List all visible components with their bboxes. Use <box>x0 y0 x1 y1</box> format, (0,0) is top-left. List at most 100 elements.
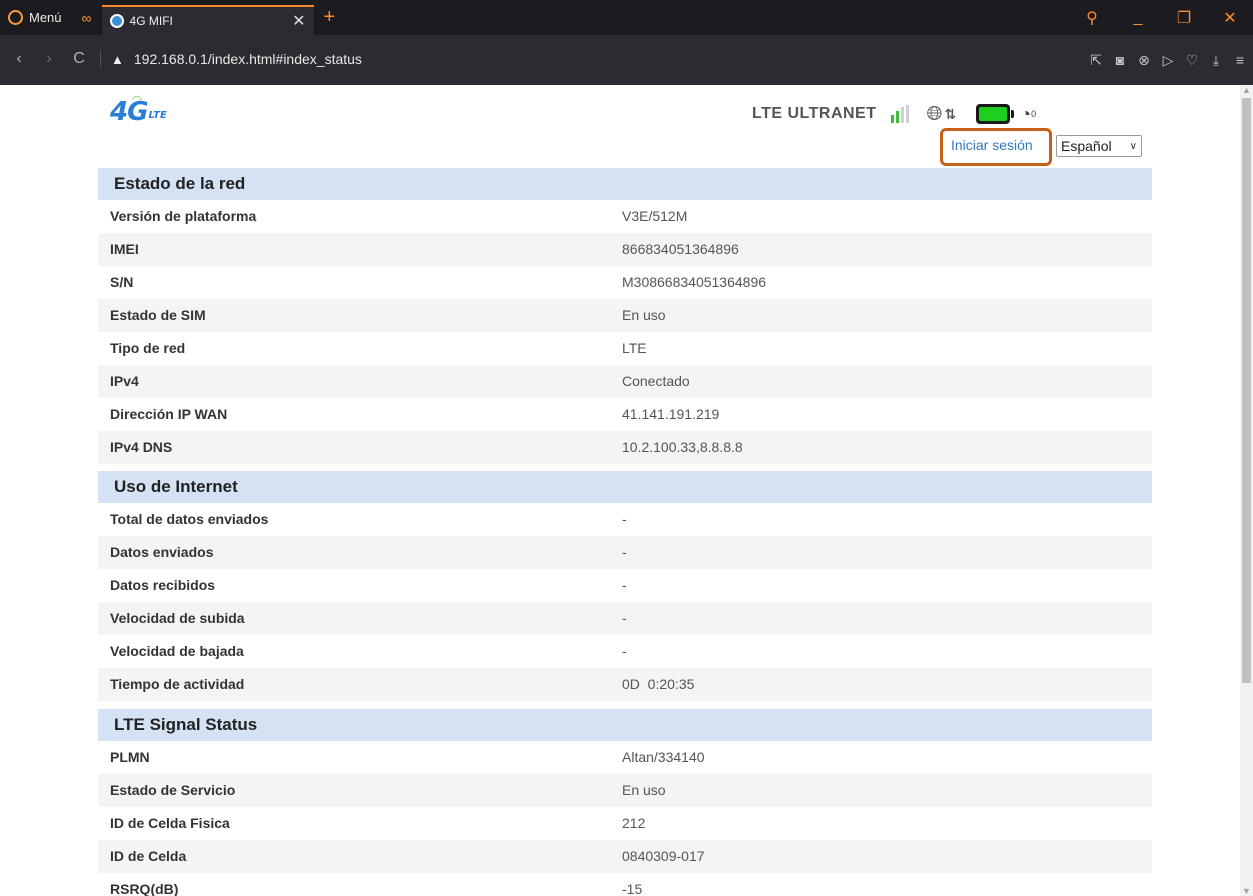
row-value: 212 <box>622 815 646 831</box>
row-label: IPv4 DNS <box>110 439 173 455</box>
row-label: PLMN <box>110 749 150 765</box>
tab-favicon-icon <box>109 14 124 28</box>
table-row: Datos recibidos - <box>98 569 1152 602</box>
search-tabs-icon[interactable]: ⚲ <box>1069 8 1115 28</box>
row-label: RSRQ(dB) <box>110 881 179 896</box>
row-label: Velocidad de bajada <box>110 643 244 659</box>
logo-4g-text: 4G <box>110 97 148 127</box>
back-icon[interactable]: ‹ <box>8 50 30 68</box>
address-separator <box>100 51 101 67</box>
row-label: Estado de SIM <box>110 307 206 323</box>
table-row: S/N M30866834051364896 <box>98 266 1152 299</box>
row-value: M30866834051364896 <box>622 274 767 290</box>
forward-icon[interactable]: › <box>38 50 60 68</box>
row-value: - <box>622 577 627 593</box>
chevron-down-icon: ∨ <box>1129 140 1137 152</box>
tab-close-icon[interactable]: ✕ <box>292 11 305 31</box>
row-label: Datos enviados <box>110 544 214 560</box>
row-value: Altan/334140 <box>622 749 705 765</box>
minimize-button[interactable]: _ <box>1115 9 1161 27</box>
device-status-area: LTE ULTRANET 🌐︎ ⇅ ◔0 <box>752 99 1036 129</box>
table-row: Tipo de red LTE <box>98 332 1152 365</box>
table-row: ID de Celda Fisica 212 <box>98 807 1152 840</box>
table-row: Velocidad de subida - <box>98 602 1152 635</box>
row-label: Velocidad de subida <box>110 610 245 626</box>
section-title-lte-signal: LTE Signal Status <box>98 709 1152 741</box>
opera-logo-icon <box>8 10 23 25</box>
send-icon[interactable]: ▷ <box>1157 52 1179 69</box>
table-row: Versión de plataforma V3E/512M <box>98 200 1152 233</box>
url-field[interactable]: 192.168.0.1/index.html#index_status <box>134 51 362 67</box>
table-row: Total de datos enviados - <box>98 503 1152 536</box>
row-value: - <box>622 610 627 626</box>
restore-button[interactable]: ❐ <box>1161 8 1207 28</box>
table-row: IPv4 Conectado <box>98 365 1152 398</box>
wifi-icon: ◔0 <box>1020 104 1037 124</box>
data-transfer-icon: ⇅ <box>944 105 957 122</box>
language-select[interactable]: Español ∨ <box>1056 135 1142 157</box>
lte-logo: 4G LTE ◠ <box>110 94 167 127</box>
battery-icon <box>976 104 1015 124</box>
page-scrollbar[interactable]: ▲ ▼ <box>1240 85 1253 896</box>
row-label: IPv4 <box>110 373 139 389</box>
row-value: LTE <box>622 340 647 356</box>
tab-title: 4G MIFI <box>129 14 173 28</box>
row-value: En uso <box>622 782 666 798</box>
globe-icon: 🌐︎ <box>926 102 943 125</box>
download-icon[interactable]: ⤓ <box>1205 52 1227 69</box>
wifi-clients-count: 0 <box>1031 109 1037 119</box>
row-value: En uso <box>622 307 666 323</box>
row-label: Total de datos enviados <box>110 511 269 527</box>
row-label: Dirección IP WAN <box>110 406 228 422</box>
operator-name: LTE ULTRANET <box>752 105 877 122</box>
close-window-button[interactable]: ✕ <box>1207 8 1253 28</box>
scroll-down-arrow-icon[interactable]: ▼ <box>1240 886 1253 896</box>
scroll-up-arrow-icon[interactable]: ▲ <box>1240 85 1253 95</box>
browser-tab-bar: Menú ∞ 4G MIFI ✕ + ⚲ _ ❐ ✕ <box>0 0 1253 35</box>
section-title-internet-usage: Uso de Internet <box>98 471 1152 503</box>
row-label: Tiempo de actividad <box>110 676 245 692</box>
not-secure-warning-icon[interactable]: ▲ <box>111 52 124 67</box>
table-row: Tiempo de actividad 0D 0:20:35 <box>98 668 1152 701</box>
row-label: ID de Celda <box>110 848 187 864</box>
row-value: 41.141.191.219 <box>622 406 720 422</box>
row-value: 10.2.100.33,8.8.8.8 <box>622 439 743 455</box>
browser-address-bar: ‹ › C ▲ 192.168.0.1/index.html#index_sta… <box>0 35 1253 85</box>
row-label: S/N <box>110 274 134 290</box>
section-title-network-status: Estado de la red <box>98 168 1152 200</box>
row-value: 866834051364896 <box>622 241 739 257</box>
language-selected-value: Español <box>1061 138 1112 154</box>
table-row: IMEI 866834051364896 <box>98 233 1152 266</box>
table-row: Datos enviados - <box>98 536 1152 569</box>
row-label: Tipo de red <box>110 340 186 356</box>
table-row: RSRQ(dB) -15 <box>98 873 1152 896</box>
bookmark-heart-icon[interactable]: ♡ <box>1181 52 1203 69</box>
row-label: Estado de Servicio <box>110 782 236 798</box>
gx-corner-icon[interactable]: ∞ <box>72 10 102 26</box>
logo-signal-wave-icon: ◠ <box>132 94 142 106</box>
window-controls: ⚲ _ ❐ ✕ <box>1069 0 1253 35</box>
table-row: IPv4 DNS 10.2.100.33,8.8.8.8 <box>98 431 1152 464</box>
adblock-icon[interactable]: ⊗ <box>1133 52 1155 69</box>
new-tab-button[interactable]: + <box>324 6 336 29</box>
browser-tab-active[interactable]: 4G MIFI ✕ <box>101 5 314 35</box>
easy-setup-icon[interactable]: ≡ <box>1229 52 1251 68</box>
row-value: - <box>622 643 627 659</box>
table-row: Estado de Servicio En uso <box>98 774 1152 807</box>
browser-menu-button[interactable]: Menú <box>0 0 72 35</box>
share-icon[interactable]: ⇱ <box>1085 52 1107 69</box>
row-label: IMEI <box>110 241 139 257</box>
login-link[interactable]: Iniciar sesión <box>951 137 1033 153</box>
scrollbar-thumb[interactable] <box>1242 98 1251 683</box>
signal-strength-icon <box>890 105 909 123</box>
table-row: Velocidad de bajada - <box>98 635 1152 668</box>
row-label: ID de Celda Fisica <box>110 815 230 831</box>
snapshot-icon[interactable]: ◙ <box>1109 52 1131 68</box>
address-bar-actions: ⇱ ◙ ⊗ ▷ ♡ ⤓ ≡ <box>1085 35 1253 85</box>
row-value: - <box>622 544 627 560</box>
table-row: PLMN Altan/334140 <box>98 741 1152 774</box>
row-value: -15 <box>622 881 643 896</box>
table-row: ID de Celda 0840309-017 <box>98 840 1152 873</box>
row-value: 0D 0:20:35 <box>622 676 695 692</box>
reload-icon[interactable]: C <box>68 50 90 68</box>
